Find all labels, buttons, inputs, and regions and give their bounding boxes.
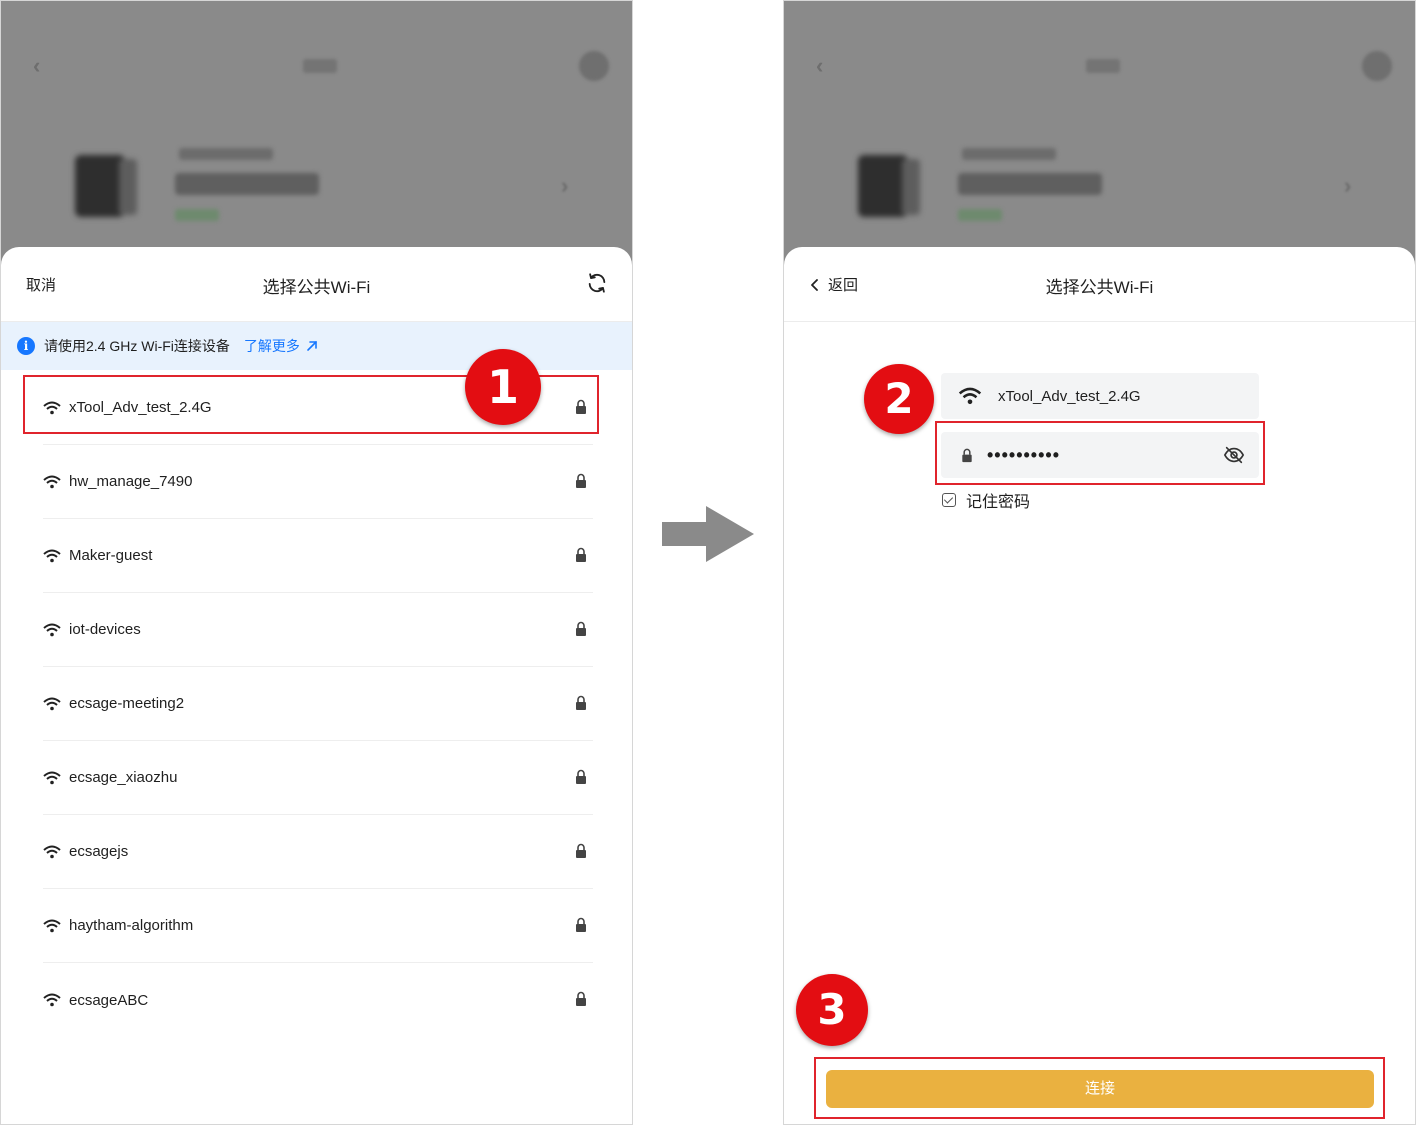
wifi-network-item[interactable]: hw_manage_7490 [43, 445, 593, 519]
bg-device-image [69, 151, 139, 219]
wifi-network-name: iot-devices [69, 621, 141, 638]
bg-avatar-icon [1362, 51, 1392, 81]
bg-title-blur [1086, 59, 1120, 73]
wifi-network-item[interactable]: haytham-algorithm [43, 889, 593, 963]
bg-device-image [852, 151, 922, 219]
notice-text: 请使用2.4 GHz Wi-Fi连接设备 [44, 338, 230, 354]
wifi-network-name: ecsagejs [69, 843, 129, 860]
selected-network-field: xTool_Adv_test_2.4G [941, 373, 1259, 419]
remember-password-checkbox[interactable]: 记住密码 [942, 488, 1030, 512]
step-3-highlight [814, 1057, 1385, 1119]
wifi-password-screen: ‹ › 返回 选择公共Wi-Fi xTool_Adv_test_2.4G •••… [783, 0, 1416, 1125]
band-notice: i 请使用2.4 GHz Wi-Fi连接设备 了解更多 [1, 322, 632, 370]
next-step-arrow-icon [662, 506, 754, 562]
lock-icon [576, 843, 586, 858]
bg-status-blur [958, 209, 1002, 221]
learn-more-link[interactable]: 了解更多 [244, 336, 318, 356]
wifi-network-item[interactable]: iot-devices [43, 593, 593, 667]
learn-more-label: 了解更多 [243, 338, 300, 354]
wifi-network-name: hw_manage_7490 [69, 473, 193, 490]
step-2-highlight [935, 421, 1265, 485]
info-icon: i [17, 337, 35, 355]
wifi-icon [43, 697, 61, 710]
bg-back-icon: ‹ [33, 53, 41, 78]
bg-back-icon: ‹ [816, 53, 824, 78]
bg-avatar-icon [579, 51, 609, 81]
external-arrow-icon [307, 341, 317, 351]
bg-text-blur [958, 173, 1102, 195]
bg-chevron-icon: › [561, 173, 569, 198]
wifi-network-name: ecsageABC [69, 991, 149, 1009]
wifi-icon [43, 475, 61, 488]
wifi-network-name: haytham-algorithm [69, 917, 194, 934]
step-1-badge: 1 [465, 349, 541, 425]
step-3-badge: 3 [796, 974, 868, 1046]
bg-status-blur [175, 209, 219, 221]
bg-chevron-icon: › [1344, 173, 1352, 198]
wifi-network-item[interactable]: ecsageABC [43, 963, 593, 1037]
wifi-network-name: ecsage-meeting2 [69, 695, 185, 712]
wifi-icon [43, 993, 61, 1007]
lock-icon [576, 769, 586, 784]
lock-icon [576, 621, 586, 636]
wifi-network-item[interactable]: ecsagejs [43, 815, 593, 889]
sheet-header: 取消 选择公共Wi-Fi [1, 247, 632, 322]
checkbox-checked-icon [942, 493, 956, 507]
wifi-icon [43, 845, 61, 858]
lock-icon [576, 917, 586, 932]
selected-network-name: xTool_Adv_test_2.4G [998, 387, 1141, 405]
lock-icon [576, 695, 586, 710]
wifi-icon [43, 771, 61, 784]
wifi-network-item[interactable]: ecsage-meeting2 [43, 667, 593, 741]
wifi-icon [958, 387, 982, 405]
bg-text-blur [175, 173, 319, 195]
wifi-list-screen: ‹ › 取消 选择公共Wi-Fi i 请使用2.4 GHz Wi-Fi连接设备 [0, 0, 633, 1125]
wifi-network-list: xTool_Adv_test_2.4G hw_manage_7490 Maker… [43, 371, 593, 1037]
wifi-network-name: ecsage_xiaozhu [69, 769, 178, 786]
bg-title-blur [303, 59, 337, 73]
dimmed-device-page: ‹ › [1, 1, 632, 261]
tutorial-canvas: ‹ › 取消 选择公共Wi-Fi i 请使用2.4 GHz Wi-Fi连接设备 [0, 0, 1416, 1125]
bg-text-blur [962, 148, 1056, 160]
page-title: 选择公共Wi-Fi [262, 278, 371, 297]
wifi-icon [43, 549, 61, 562]
wifi-icon [43, 623, 61, 636]
refresh-icon[interactable] [586, 272, 608, 294]
wifi-network-item[interactable]: ecsage_xiaozhu [43, 741, 593, 815]
dimmed-device-page: ‹ › [784, 1, 1415, 261]
step-2-badge: 2 [864, 364, 934, 434]
bg-text-blur [179, 148, 273, 160]
page-title: 选择公共Wi-Fi [1045, 278, 1154, 297]
wifi-network-name: Maker-guest [69, 547, 153, 564]
lock-icon [576, 991, 586, 1006]
wifi-icon [43, 919, 61, 932]
wifi-network-item[interactable]: Maker-guest [43, 519, 593, 593]
lock-icon [576, 547, 586, 562]
lock-icon [576, 473, 586, 488]
remember-password-label: 记住密码 [966, 494, 1031, 511]
sheet-header: 返回 选择公共Wi-Fi [784, 247, 1415, 322]
